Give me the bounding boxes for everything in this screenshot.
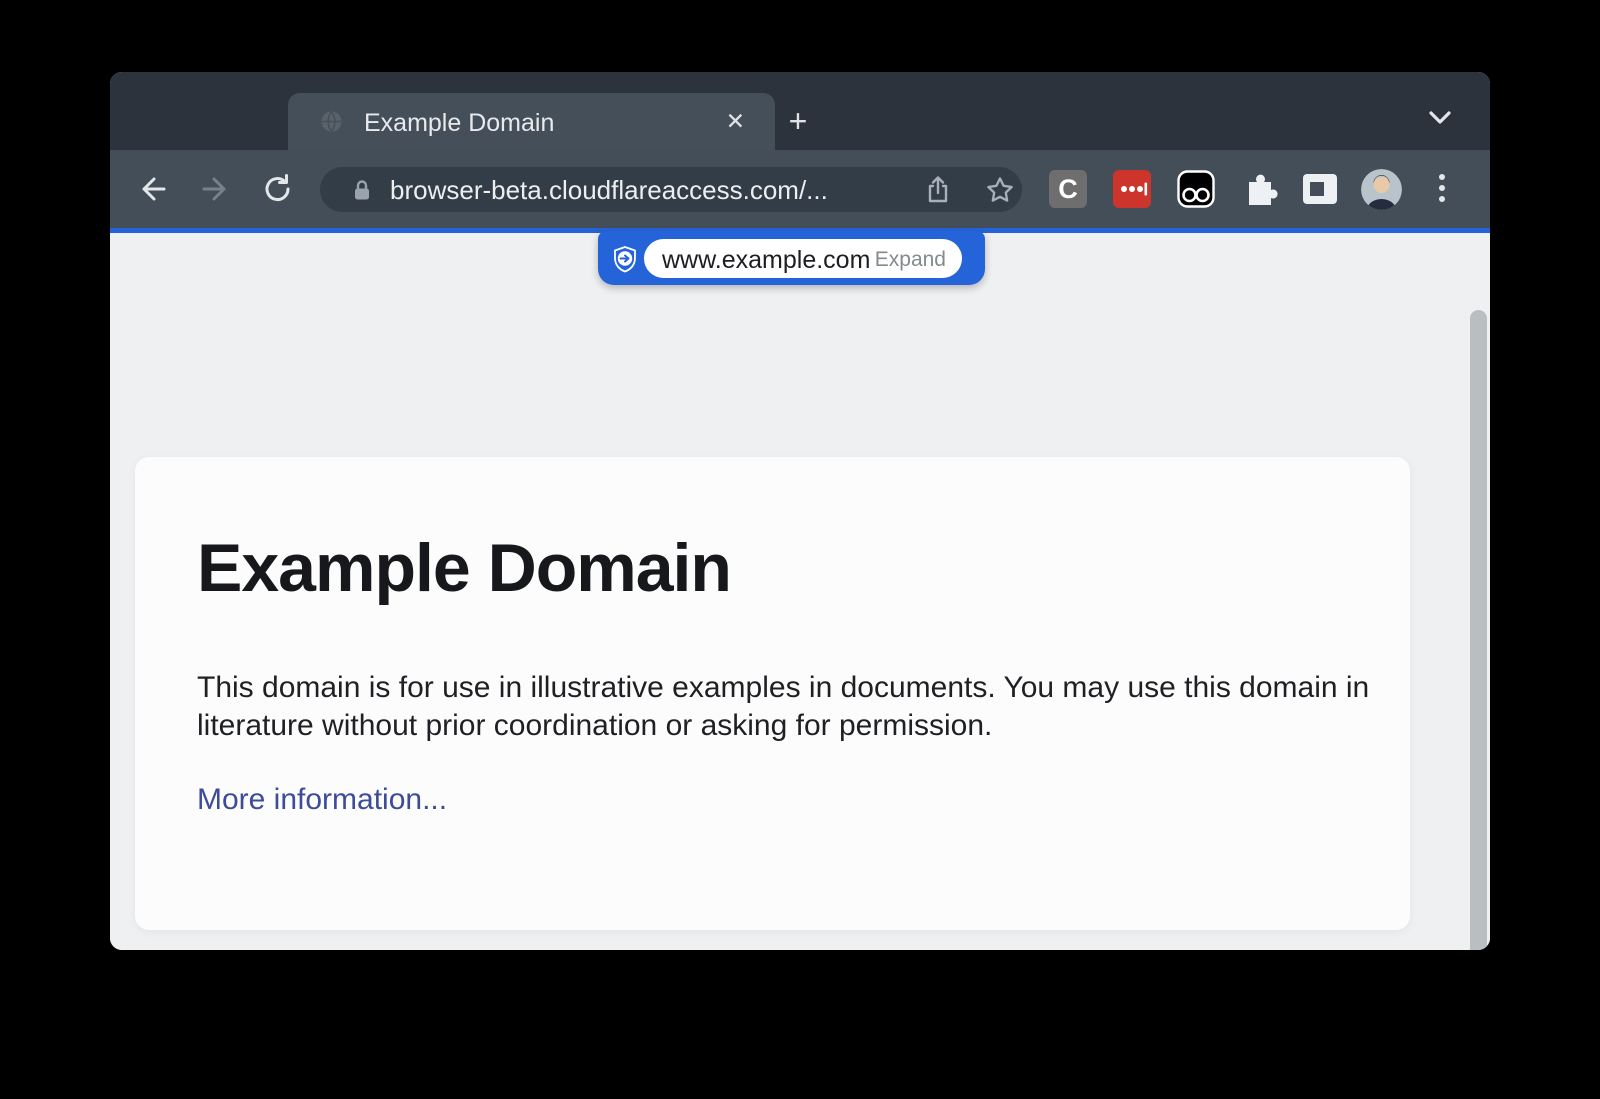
c-extension-icon[interactable]: C [1049, 170, 1087, 208]
bookmark-star-icon[interactable] [984, 174, 1016, 206]
tab-title: Example Domain [364, 109, 554, 138]
new-tab-button[interactable]: + [782, 106, 814, 138]
goggles-icon[interactable] [1177, 170, 1215, 208]
chevron-down-icon[interactable] [1426, 108, 1454, 133]
reload-icon[interactable] [261, 172, 295, 206]
share-icon[interactable] [922, 174, 954, 206]
page-viewport: www.example.com Expand Example Domain Th… [110, 233, 1490, 950]
tab-close-icon[interactable]: ✕ [726, 107, 745, 135]
isolated-hostname: www.example.com [662, 246, 870, 275]
browser-toolbar: browser-beta.cloudflareaccess.com/... C [110, 150, 1490, 228]
browser-window: Example Domain ✕ + [110, 72, 1490, 950]
lock-icon[interactable] [348, 176, 376, 204]
forward-icon[interactable] [198, 172, 232, 206]
isolation-host-pill[interactable]: www.example.com Expand [644, 239, 962, 278]
content-card: Example Domain This domain is for use in… [135, 457, 1410, 930]
browser-menu-icon[interactable] [1437, 174, 1447, 204]
url-text: browser-beta.cloudflareaccess.com/... [390, 175, 828, 206]
page-paragraph: This domain is for use in illustrative e… [197, 669, 1377, 745]
tab-example-domain[interactable]: Example Domain ✕ [288, 93, 775, 150]
side-panel-icon[interactable] [1301, 170, 1339, 208]
more-information-link[interactable]: More information... [197, 783, 447, 817]
extensions-puzzle-icon[interactable] [1241, 170, 1279, 208]
isolation-bar: www.example.com Expand [598, 231, 985, 285]
expand-button[interactable]: Expand [875, 248, 946, 272]
globe-favicon-icon [320, 110, 343, 133]
lastpass-icon[interactable] [1113, 170, 1151, 208]
tab-strip: Example Domain ✕ + [110, 72, 1490, 150]
profile-avatar[interactable] [1361, 169, 1402, 210]
vertical-scrollbar[interactable] [1470, 310, 1487, 950]
shield-arrow-icon [610, 244, 640, 274]
address-bar[interactable]: browser-beta.cloudflareaccess.com/... [320, 167, 1022, 212]
back-icon[interactable] [136, 172, 170, 206]
page-heading: Example Domain [197, 529, 731, 607]
